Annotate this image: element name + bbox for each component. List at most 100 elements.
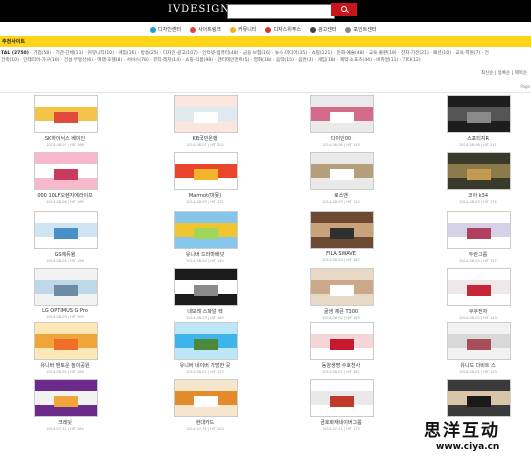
site-thumbnail[interactable] (310, 268, 374, 306)
site-meta: 2014-08-02 | HIT 168 (46, 370, 84, 374)
category-line-1[interactable]: TAL (2750) · 기업(58) · 기관·단체(11) · 커뮤니티(1… (0, 50, 531, 57)
site-title[interactable]: SK하이닉스 베이인 (30, 135, 100, 142)
site-title[interactable]: 유니버 네이버 가방한 곳 (170, 362, 240, 369)
site-meta: 2014-08-07 | HIT 186 (46, 143, 84, 147)
site-card[interactable]: 유니버 드라마배넛 2014-08-04 | HIT 150 (170, 211, 240, 263)
menu-item-5[interactable]: 포인트센터 (345, 26, 376, 33)
menu-item-3[interactable]: 디자스위푸스 (265, 26, 301, 33)
site-title[interactable]: 크레딧 (30, 419, 100, 426)
site-title[interactable]: 굴생 체큰 T300 (306, 308, 376, 315)
top-menu: 디자인센터 사이트링크 커뮤니티 디자스위푸스 광고센터 포인트센터 (150, 24, 376, 35)
site-title[interactable]: FILA SWAVE (306, 251, 376, 257)
site-title[interactable]: 금호화재네이버그룹 (306, 419, 376, 426)
site-thumbnail[interactable] (174, 95, 238, 133)
site-logo[interactable]: IVDESIGN (168, 4, 230, 15)
site-title[interactable]: Marmot(마못) (170, 192, 240, 199)
site-card[interactable]: 두란그룹 2014-08-03 | HIT 157 (443, 211, 513, 263)
site-title[interactable]: 현대카드 (170, 419, 240, 426)
site-thumbnail[interactable] (447, 379, 511, 417)
site-title[interactable]: 다이인00 (306, 135, 376, 142)
thumbnail-accent (466, 285, 492, 296)
site-card[interactable]: 쿠쿠전자 2014-08-02 | HIT 143 (443, 268, 513, 320)
site-title[interactable]: KB국민은행 (170, 135, 240, 142)
site-thumbnail[interactable] (34, 268, 98, 306)
menu-item-2[interactable]: 커뮤니티 (230, 26, 256, 33)
site-thumbnail[interactable] (34, 211, 98, 249)
site-thumbnail[interactable] (174, 211, 238, 249)
site-title[interactable]: 네보레 스파알 렉 (170, 308, 240, 315)
site-title[interactable]: 유니버 드라마배넛 (170, 251, 240, 258)
site-card[interactable]: GS에듀윌 2014-08-04 | HIT 198 (30, 211, 100, 263)
site-card[interactable]: 000 10LF오렌지에라이프 2014-08-06 | HIT 169 (30, 152, 100, 204)
site-card[interactable]: LG OPTIMUS G Pro 2014-08-03 | HIT 305 (30, 268, 100, 319)
site-card[interactable]: 다이인00 2014-08-06 | HIT 145 (306, 95, 376, 147)
site-card[interactable]: 굴생 체큰 T300 2014-08-02 | HIT 155 (306, 268, 376, 320)
site-thumbnail[interactable] (447, 268, 511, 306)
site-thumbnail[interactable] (174, 152, 238, 190)
site-thumbnail[interactable] (310, 211, 374, 249)
search-button[interactable] (331, 3, 357, 16)
site-thumbnail[interactable] (310, 379, 374, 417)
site-card[interactable]: Marmot(마못) 2014-08-05 | HIT 232 (170, 152, 240, 204)
site-thumbnail[interactable] (34, 322, 98, 360)
menu-item-label: 커뮤니티 (238, 27, 257, 33)
site-thumbnail[interactable] (34, 152, 98, 190)
site-card[interactable]: FILA SWAVE 2014-08-04 | HIT 187 (306, 211, 376, 262)
site-card[interactable]: 스포티지R 2014-08-06 | HIT 211 (443, 95, 513, 147)
site-thumbnail[interactable] (174, 268, 238, 306)
search-icon-handle (346, 10, 349, 13)
thumbnail-accent (53, 169, 79, 180)
site-card[interactable]: KB국민은행 2014-08-07 | HIT 202 (170, 95, 240, 147)
site-title[interactable]: 동양생명 수호천사 (306, 362, 376, 369)
site-card[interactable]: 금호화재네이버그룹 2014-07-31 | HIT 175 (306, 379, 376, 431)
site-meta: 2014-07-31 | HIT 203 (186, 427, 224, 431)
menu-item-0[interactable]: 디자인센터 (150, 26, 181, 33)
site-title[interactable]: 유니버 맨토운 놀이공원 (30, 362, 100, 369)
site-thumbnail[interactable] (310, 322, 374, 360)
site-title[interactable]: 두란그룹 (443, 251, 513, 258)
site-thumbnail[interactable] (447, 211, 511, 249)
site-thumbnail[interactable] (174, 322, 238, 360)
site-thumbnail[interactable] (34, 95, 98, 133)
site-card[interactable]: 로스앤 2014-08-05 | HIT 120 (306, 152, 376, 204)
site-title[interactable]: LG OPTIMUS G Pro (30, 308, 100, 314)
site-thumbnail[interactable] (174, 379, 238, 417)
category-line-2[interactable]: 건축(10) · 인테리어·가구(10) · 건설·부동산(6) · 여행·호텔… (0, 57, 531, 64)
section-bar: 추천사이트 (0, 36, 531, 47)
site-title[interactable]: 쿠쿠전자 (443, 308, 513, 315)
site-title[interactable]: 로스앤 (306, 192, 376, 199)
site-meta: 2014-08-06 | HIT 145 (322, 143, 360, 147)
sort-options[interactable]: 최신순 | 등록순 | 제목순 (481, 70, 527, 76)
site-card[interactable]: 유니버 맨토운 놀이공원 2014-08-02 | HIT 168 (30, 322, 100, 374)
site-title[interactable]: 유니드 다비트 스 (443, 362, 513, 369)
menu-item-1[interactable]: 사이트링크 (190, 26, 221, 33)
site-title[interactable]: 000 10LF오렌지에라이프 (30, 192, 100, 199)
site-title[interactable]: 코아 k34 (443, 192, 513, 199)
site-card[interactable]: 네보레 스파알 렉 2014-08-03 | HIT 180 (170, 268, 240, 320)
search-input[interactable] (227, 4, 335, 19)
site-title[interactable]: 스포티지R (443, 135, 513, 142)
category-total[interactable]: TAL (2750) (1, 51, 29, 56)
site-card[interactable]: 크레딧 2014-07-31 | HIT 184 (30, 379, 100, 431)
site-thumbnail[interactable] (447, 322, 511, 360)
site-meta: 2014-08-04 | HIT 198 (46, 259, 84, 263)
site-meta: 2014-08-01 | HIT 129 (459, 370, 497, 374)
site-card[interactable]: 현대카드 2014-07-31 | HIT 203 (170, 379, 240, 431)
site-card[interactable]: 유니드 다비트 스 2014-08-01 | HIT 129 (443, 322, 513, 374)
site-thumbnail[interactable] (310, 152, 374, 190)
site-card[interactable]: 유니버 네이버 가방한 곳 2014-08-01 | HIT 223 (170, 322, 240, 374)
thumbnail-accent (53, 339, 79, 350)
site-card[interactable] (443, 379, 513, 419)
thumbnail-accent (329, 228, 355, 239)
menu-item-4[interactable]: 광고센터 (310, 26, 336, 33)
site-title[interactable]: GS에듀윌 (30, 251, 100, 258)
site-thumbnail[interactable] (447, 95, 511, 133)
site-thumbnail[interactable] (310, 95, 374, 133)
thumbnail-accent (466, 169, 492, 180)
site-thumbnail[interactable] (34, 379, 98, 417)
site-card[interactable]: 동양생명 수호천사 2014-08-01 | HIT 161 (306, 322, 376, 374)
site-thumbnail[interactable] (447, 152, 511, 190)
site-card[interactable]: SK하이닉스 베이인 2014-08-07 | HIT 186 (30, 95, 100, 147)
site-card[interactable]: 코아 k34 2014-08-05 | HIT 174 (443, 152, 513, 204)
category-line-1-items[interactable]: · 기업(58) · 기관·단체(11) · 커뮤니티(10) · 게임(16)… (29, 51, 489, 56)
